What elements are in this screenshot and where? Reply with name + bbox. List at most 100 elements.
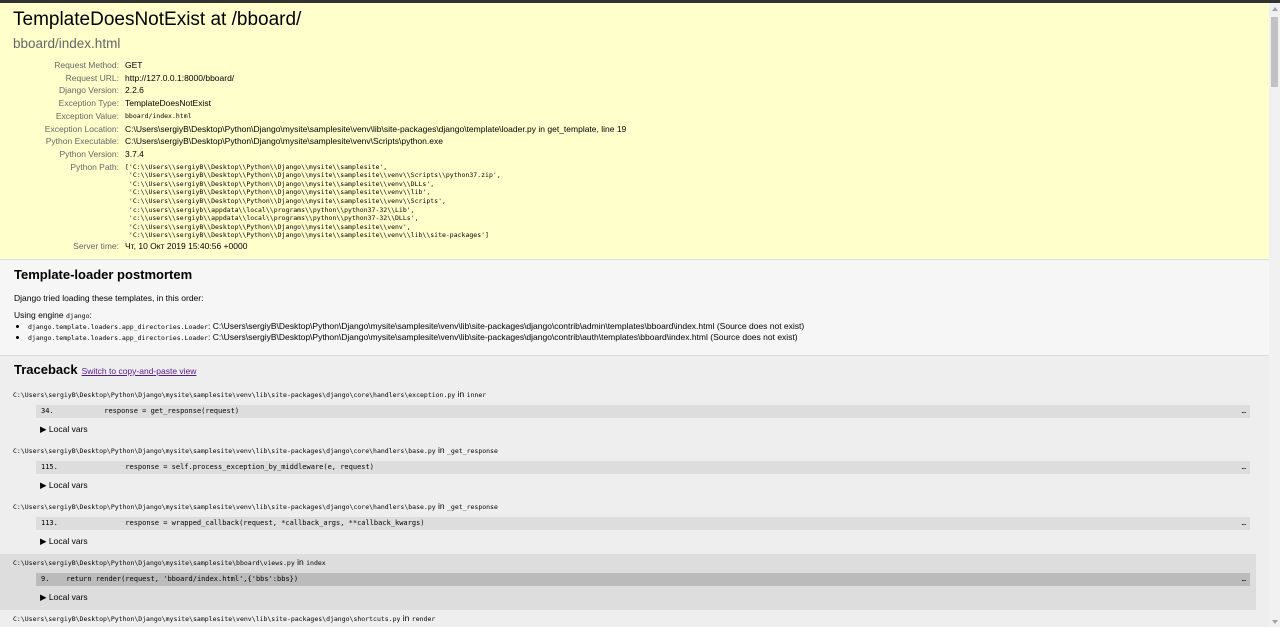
traceback-heading: Traceback Switch to copy-and-paste view	[14, 362, 196, 377]
frame-code-line[interactable]: 113. response = wrapped_callback(request…	[36, 517, 1250, 530]
frame-location: C:\Users\sergiyB\Desktop\Python\Django\m…	[13, 613, 435, 623]
code-text: response = self.process_exception_by_mid…	[57, 463, 374, 471]
expand-context-dots[interactable]: …	[1242, 573, 1246, 586]
code-text: response = wrapped_callback(request, *ca…	[57, 519, 425, 527]
meta-value: bboard/index.html	[125, 111, 192, 120]
traceback-title: Traceback	[14, 362, 78, 377]
template-path: : C:\Users\sergiyB\Desktop\Python\Django…	[208, 321, 805, 331]
frame-function: _get_response	[447, 447, 498, 455]
traceback-frame: C:\Users\sergiyB\Desktop\Python\Django\m…	[0, 445, 1269, 501]
meta-value: http://127.0.0.1:8000/bboard/	[125, 72, 235, 83]
triangle-right-icon: ▶	[40, 424, 47, 434]
frame-file: C:\Users\sergiyB\Desktop\Python\Django\m…	[13, 615, 401, 623]
frame-code-line[interactable]: 9. return render(request, 'bboard/index.…	[36, 573, 1250, 586]
meta-value: Чт, 10 Окт 2019 15:40:56 +0000	[125, 240, 248, 251]
page-scrollbar[interactable]	[1269, 3, 1280, 627]
local-vars-label: Local vars	[48, 536, 88, 546]
engine-line: Using engine django:	[14, 310, 92, 320]
meta-label: Django Version:	[58, 85, 119, 96]
postmortem-heading: Template-loader postmortem	[14, 267, 193, 282]
meta-label: Server time:	[73, 240, 119, 251]
frame-in: in	[402, 613, 410, 623]
meta-row: Python Version: 3.7.4	[14, 148, 626, 161]
tried-templates-list: django.template.loaders.app_directories.…	[18, 321, 804, 343]
triangle-right-icon: ▶	[40, 480, 47, 490]
frame-location: C:\Users\sergiyB\Desktop\Python\Django\m…	[13, 501, 498, 511]
triangle-right-icon: ▶	[40, 592, 47, 602]
line-number: 34.	[41, 407, 54, 415]
meta-value: 3.7.4	[125, 148, 144, 159]
triangle-right-icon: ▶	[40, 536, 47, 546]
request-meta-table: Request Method: GET Request URL: http://12…	[14, 59, 627, 253]
meta-value: GET	[125, 60, 143, 70]
line-number: 115.	[41, 463, 58, 471]
traceback-frame: C:\Users\sergiyB\Desktop\Python\Django\m…	[0, 501, 1269, 557]
python-path-cell: ['C:\\Users\\sergiyB\\Desktop\\Python\\D…	[123, 161, 626, 240]
local-vars-toggle[interactable]: ▶ Local vars	[40, 480, 88, 491]
frame-file: C:\Users\sergiyB\Desktop\Python\Django\m…	[13, 447, 436, 455]
code-text: return render(request, 'bboard/index.htm…	[49, 575, 299, 583]
traceback-section: Traceback Switch to copy-and-paste view C…	[0, 356, 1269, 627]
meta-row: Python Executable: C:\Users\sergiyB\Deskt…	[14, 135, 626, 148]
frame-in: in	[438, 501, 445, 511]
meta-label: Python Path:	[70, 161, 119, 172]
error-summary: TemplateDoesNotExist at /bboard/ bboard/…	[0, 3, 1269, 260]
code-text: response = get_response(request)	[53, 407, 240, 415]
frame-in: in	[457, 389, 465, 399]
meta-row: Django Version: 2.2.6	[14, 84, 626, 97]
loader-name: django.template.loaders.app_directories.…	[28, 334, 209, 342]
exception-subtitle: bboard/index.html	[13, 36, 121, 51]
frame-code-line[interactable]: 34. response = get_response(request) …	[36, 405, 1250, 418]
switch-to-copy-paste-link[interactable]: Switch to copy-and-paste view	[82, 366, 197, 376]
local-vars-label: Local vars	[48, 480, 88, 490]
frame-location: C:\Users\sergiyB\Desktop\Python\Django\m…	[13, 389, 486, 399]
meta-row: Exception Location: C:\Users\sergiyB\Desk…	[14, 123, 627, 136]
frame-location: C:\Users\sergiyB\Desktop\Python\Django\m…	[13, 557, 326, 567]
frame-file: C:\Users\sergiyB\Desktop\Python\Django\m…	[13, 391, 456, 399]
template-loader-postmortem: Template-loader postmortem Django tried …	[0, 260, 1269, 356]
frame-in: in	[297, 557, 304, 567]
python-path-value: ['C:\\Users\\sergiyB\\Desktop\\Python\\D…	[125, 162, 501, 240]
frame-location: C:\Users\sergiyB\Desktop\Python\Django\m…	[13, 445, 498, 455]
engine-suffix: :	[89, 310, 92, 320]
scroll-up-arrow-icon[interactable]	[1272, 7, 1278, 11]
engine-prefix: Using engine	[14, 310, 64, 320]
meta-row: Python Path: ['C:\\Users\\sergiyB\\Deskto…	[14, 161, 626, 240]
traceback-frame: C:\Users\sergiyB\Desktop\Python\Django\m…	[0, 613, 1269, 627]
local-vars-toggle[interactable]: ▶ Local vars	[40, 592, 88, 603]
scrollbar-thumb[interactable]	[1271, 17, 1278, 87]
postmortem-description: Django tried loading these templates, in…	[14, 293, 204, 303]
frame-function: index	[306, 559, 326, 567]
meta-label: Request Method:	[54, 60, 119, 70]
frame-in: in	[438, 445, 445, 455]
frame-file: C:\Users\sergiyB\Desktop\Python\Django\m…	[13, 559, 295, 567]
meta-label: Request URL:	[65, 72, 119, 83]
meta-row: Server time: Чт, 10 Окт 2019 15:40:56 +00…	[14, 240, 626, 253]
line-number: 113.	[41, 519, 58, 527]
page-title: TemplateDoesNotExist at /bboard/	[13, 9, 302, 30]
traceback-frame: C:\Users\sergiyB\Desktop\Python\Django\m…	[0, 389, 1269, 445]
meta-label: Exception Location:	[44, 123, 119, 134]
expand-context-dots[interactable]: …	[1242, 461, 1246, 474]
local-vars-toggle[interactable]: ▶ Local vars	[40, 424, 88, 435]
frame-function: _get_response	[447, 503, 498, 511]
meta-row: Exception Type: TemplateDoesNotExist	[14, 97, 626, 110]
list-item: django.template.loaders.app_directories.…	[28, 332, 804, 343]
frame-function: render	[411, 615, 436, 623]
meta-value: C:\Users\sergiyB\Desktop\Python\Django\m…	[125, 123, 627, 134]
frame-file: C:\Users\sergiyB\Desktop\Python\Django\m…	[13, 503, 436, 511]
expand-context-dots[interactable]: …	[1242, 517, 1246, 530]
meta-row: Request Method: GET	[14, 59, 626, 72]
engine-name: django	[66, 312, 90, 320]
list-item: django.template.loaders.app_directories.…	[28, 321, 804, 332]
meta-value: TemplateDoesNotExist	[125, 98, 211, 109]
meta-label: Exception Value:	[55, 110, 119, 121]
template-path: : C:\Users\sergiyB\Desktop\Python\Django…	[208, 332, 798, 342]
local-vars-label: Local vars	[48, 592, 88, 602]
frame-code-line[interactable]: 115. response = self.process_exception_b…	[36, 461, 1250, 474]
scroll-down-arrow-icon[interactable]	[1272, 620, 1278, 624]
local-vars-toggle[interactable]: ▶ Local vars	[40, 536, 88, 547]
meta-label: Python Version:	[59, 148, 119, 159]
expand-context-dots[interactable]: …	[1242, 405, 1246, 418]
loader-name: django.template.loaders.app_directories.…	[28, 323, 209, 331]
